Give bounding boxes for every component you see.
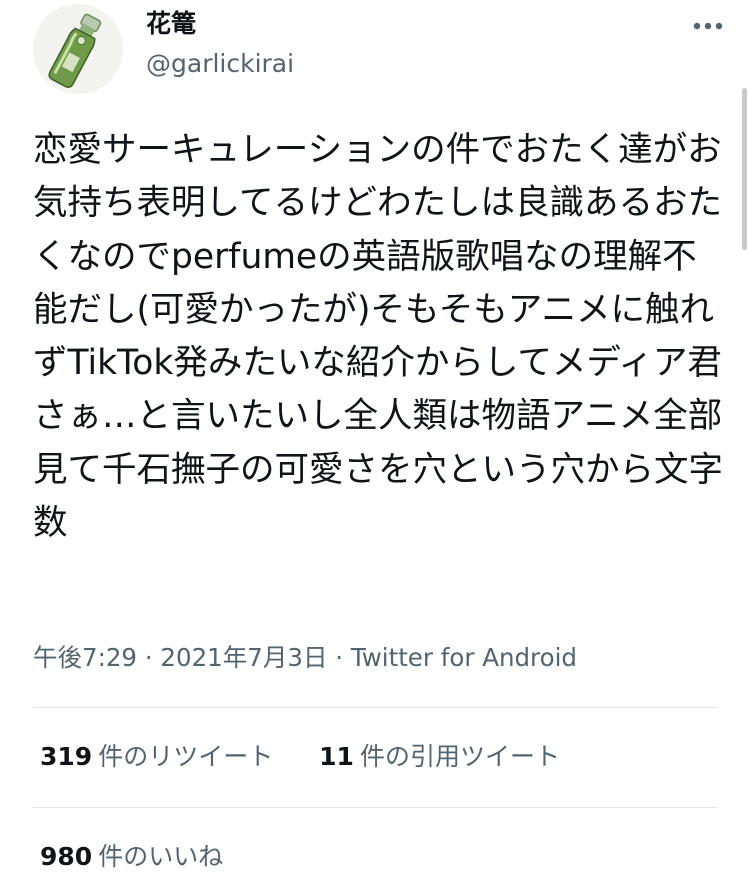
tweet-text: 恋愛サーキュレーションの件でおたく達がお気持ち表明してるけどわたしは良識あるおた… (33, 130, 723, 544)
meta-separator: · (144, 643, 153, 672)
ramune-bottle-icon (33, 4, 123, 94)
tweet-source[interactable]: Twitter for Android (351, 643, 577, 672)
retweets-label: 件のリツイート (98, 742, 274, 771)
divider (33, 707, 717, 708)
scrollbar[interactable] (742, 88, 747, 250)
quotes-count: 11 (319, 742, 354, 771)
more-dots-icon (693, 22, 723, 30)
likes-stat[interactable]: 980 件のいいね (40, 842, 223, 871)
stats-row-retweets: 319 件のリツイート 11 件の引用ツイート (40, 737, 598, 777)
author-display-name[interactable]: 花篭 (146, 7, 196, 41)
quotes-label: 件の引用ツイート (359, 742, 560, 771)
tweet-meta: 午後7:29 · 2021年7月3日 · Twitter for Android (33, 638, 577, 678)
tweet-time[interactable]: 午後7:29 (33, 643, 137, 672)
likes-label: 件のいいね (98, 842, 224, 871)
quotes-stat[interactable]: 11 件の引用ツイート (319, 742, 560, 771)
divider (33, 807, 717, 808)
tweet-date[interactable]: 2021年7月3日 (160, 643, 327, 672)
retweets-stat[interactable]: 319 件のリツイート (40, 742, 273, 771)
retweets-count: 319 (40, 742, 93, 771)
meta-separator: · (335, 643, 344, 672)
stats-row-likes: 980 件のいいね (40, 837, 261, 877)
likes-count: 980 (40, 842, 93, 871)
avatar[interactable] (33, 4, 123, 94)
more-options-button[interactable] (686, 12, 730, 40)
author-handle[interactable]: @garlickirai (146, 47, 294, 81)
